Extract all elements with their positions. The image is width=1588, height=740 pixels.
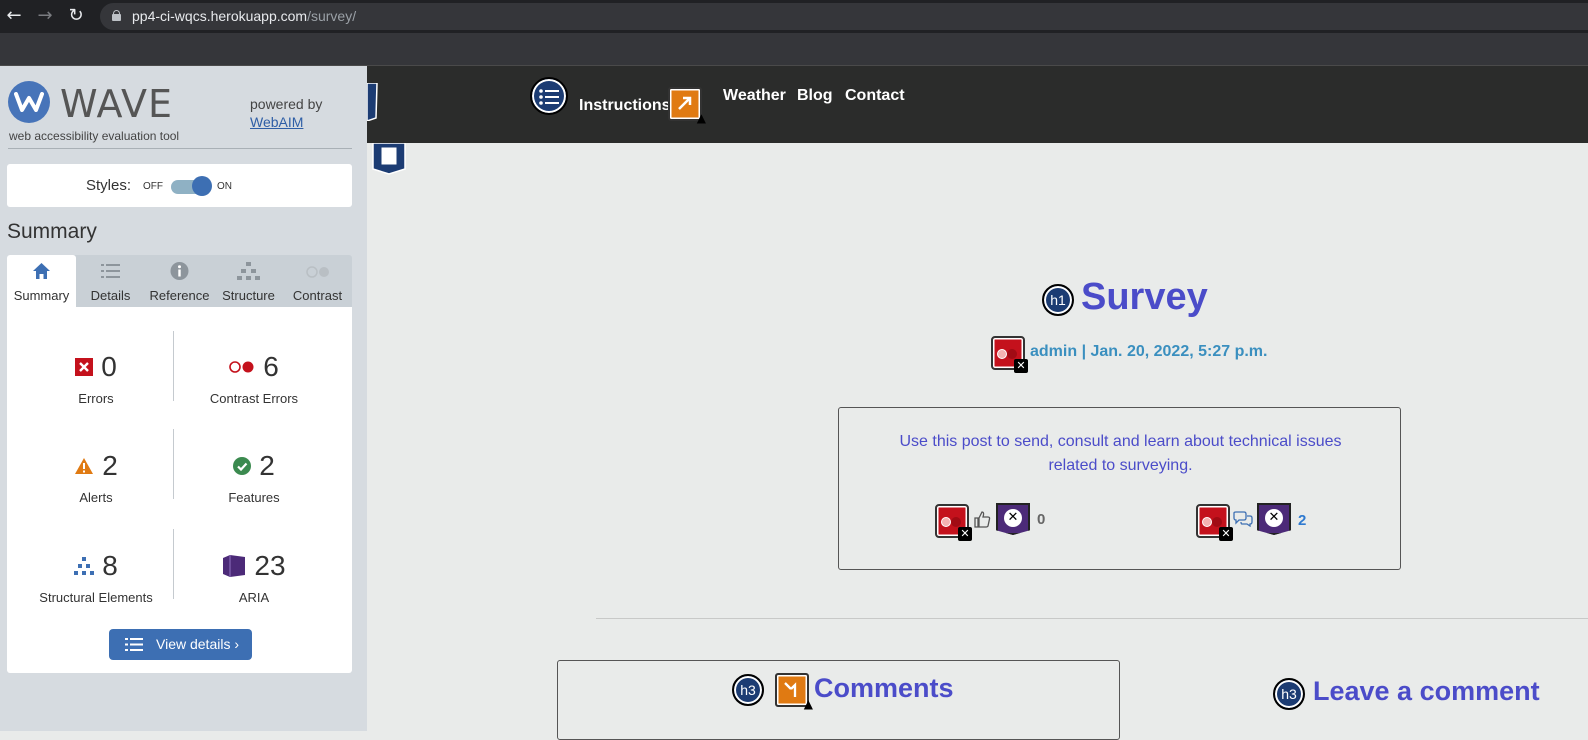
wave-title: WAVE [60,82,174,126]
tab-details-label: Details [90,288,131,303]
list-icon [101,264,120,278]
contrast-errors-stat[interactable]: 6 Contrast Errors [171,349,337,406]
contrast-error-icon: ✕ [1196,504,1233,541]
lock-icon [112,10,121,21]
address-bar[interactable]: pp4-ci-wqcs.herokuapp.com/survey/ [100,3,1588,30]
contrast-icon [306,266,329,278]
contrast-error-icon: ✕ [991,336,1028,373]
aria-count: 23 [254,550,286,581]
bookmarks-bar [0,33,1588,66]
post-meta: admin | Jan. 20, 2022, 5:27 p.m. [1030,343,1268,360]
post-body: Use this post to send, consult and learn… [899,433,1342,474]
alerts-label: Alerts [79,490,113,505]
alerts-count: 2 [102,450,118,481]
url-host: pp4-ci-wqcs.herokuapp.com [132,8,308,24]
comments-heading: Comments [814,673,954,703]
comments-icon [1233,511,1253,527]
home-icon [33,263,50,279]
url-path: /survey/ [307,8,357,24]
info-icon [170,262,189,280]
divider [596,618,1588,619]
likes-count: 0 [1037,511,1046,528]
aria-label-icon: ✕ [1257,503,1291,535]
features-label: Features [228,490,280,505]
h3-icon: h3 [1273,678,1305,710]
tab-contrast-label: Contrast [292,288,343,303]
feature-check-icon [233,457,252,475]
errors-stat[interactable]: 0 Errors [13,349,179,406]
styles-toggle-knob[interactable] [192,176,212,196]
post-title: Survey [1081,276,1208,318]
thumbs-up-icon[interactable] [973,510,991,528]
structure-icon [237,262,260,280]
contrast-errors-label: Contrast Errors [209,391,299,406]
page-content: h1 Survey ✕ admin | Jan. 20, 2022, 5:27 … [367,143,1588,740]
wave-tabs: Summary Details Reference Structure Cont… [7,255,352,307]
tab-reference-label: Reference [149,288,210,303]
styles-toggle-box: Styles: OFF ON [7,164,352,207]
aria-icon [372,143,406,175]
styles-off-label: OFF [143,181,163,192]
h1-icon: h1 [1042,284,1074,316]
contrast-errors-count: 6 [263,351,279,382]
aria-label: ARIA [238,590,270,605]
contrast-error-icon: ✕ [935,504,972,541]
back-arrow-icon[interactable]: ← [4,6,24,26]
tab-structure-label: Structure [222,288,275,303]
aria-icon [367,83,378,121]
post-card: Use this post to send, consult and learn… [838,407,1401,570]
alert-icon [75,458,94,474]
summary-panel: 0 Errors 6 Contrast Errors 2 Alerts 2 Fe… [7,307,352,673]
tab-details[interactable]: Details [76,255,145,307]
error-icon [75,358,94,376]
wave-sidebar: WAVE web accessibility evaluation tool p… [0,66,367,731]
nav-contact[interactable]: Contact [845,87,905,105]
structural-label: Structural Elements [39,590,153,605]
view-details-label: View details › [156,636,240,652]
structural-count: 8 [102,550,118,581]
reload-icon[interactable]: ↻ [66,6,86,26]
styles-label: Styles: [86,177,132,194]
errors-label: Errors [78,391,114,406]
contrast-error-icon [229,361,254,373]
webaim-link[interactable]: WebAIM [250,114,303,130]
tab-contrast[interactable]: Contrast [283,255,352,307]
features-count: 2 [259,450,275,481]
url-text: pp4-ci-wqcs.herokuapp.com/survey/ [132,8,356,24]
skipped-heading-icon: ▲ [775,673,813,711]
forward-arrow-icon[interactable]: → [35,6,55,26]
tab-summary[interactable]: Summary [7,255,76,307]
nav-instructions[interactable]: Instructions [579,97,671,115]
tab-summary-label: Summary [13,288,70,303]
summary-heading: Summary [7,220,97,243]
errors-count: 0 [101,351,117,382]
structure-icon [74,557,95,575]
aria-label-icon: ✕ [996,503,1030,535]
divider [8,148,352,149]
aria-icon [223,555,246,577]
view-details-button[interactable]: View details › [109,629,252,660]
list-icon [125,638,143,651]
tab-structure[interactable]: Structure [214,255,283,307]
h3-icon: h3 [732,674,764,706]
features-stat[interactable]: 2 Features [171,448,337,505]
powered-by-label: powered by [250,96,323,112]
redundant-link-icon: ▲ [668,87,706,125]
aria-stat[interactable]: 23 ARIA [171,548,337,605]
alerts-stat[interactable]: 2 Alerts [13,448,179,505]
styles-on-label: ON [217,181,232,192]
wave-subtitle: web accessibility evaluation tool [9,129,180,143]
site-header: Instructions ▲ Weather Blog Contact [367,66,1588,143]
nav-blog[interactable]: Blog [797,87,833,105]
comments-count: 2 [1298,512,1307,529]
list-icon [530,77,568,115]
nav-weather[interactable]: Weather [723,87,786,105]
wave-logo-icon [8,81,50,123]
browser-toolbar: ← → ↻ pp4-ci-wqcs.herokuapp.com/survey/ [0,0,1588,33]
structural-stat[interactable]: 8 Structural Elements [13,548,179,605]
leave-comment-heading: Leave a comment [1313,676,1540,706]
tab-reference[interactable]: Reference [145,255,214,307]
